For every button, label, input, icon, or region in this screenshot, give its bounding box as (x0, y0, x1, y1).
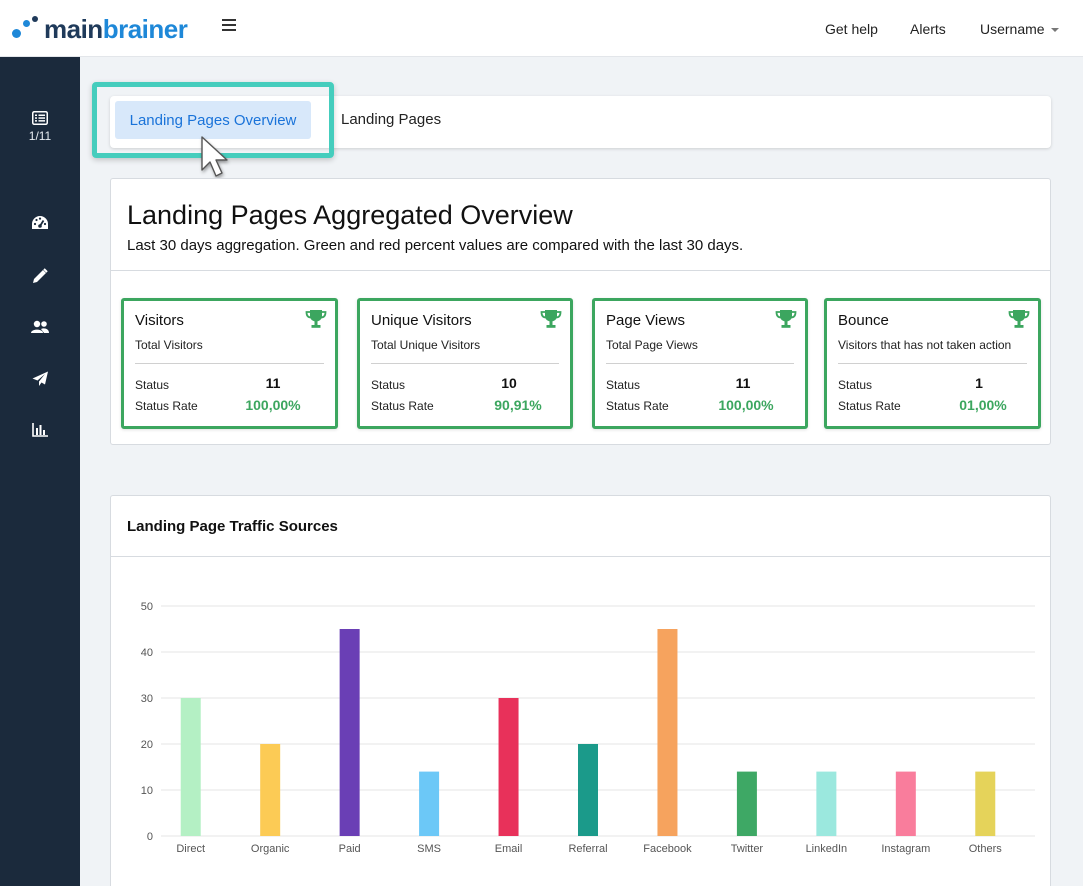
y-tick-label: 30 (141, 693, 153, 705)
trophy-icon (775, 310, 797, 328)
y-tick-label: 0 (147, 831, 153, 843)
status-rate-value: 01,00% (959, 397, 1007, 413)
get-help-link[interactable]: Get help (825, 21, 878, 37)
sidebar-counter: 1/11 (28, 129, 52, 143)
x-tick-label: Others (969, 843, 1003, 855)
overview-subtitle: Last 30 days aggregation. Green and red … (127, 237, 744, 254)
x-tick-label: Referral (568, 843, 607, 855)
status-value: 1 (975, 375, 983, 391)
stat-title: Page Views (606, 312, 685, 329)
trophy-icon (540, 310, 562, 328)
status-rate-label: Status Rate (838, 399, 901, 413)
x-tick-label: Organic (251, 843, 290, 855)
logo-text-brand: brainer (102, 13, 188, 44)
username-dropdown[interactable]: Username (980, 21, 1059, 37)
divider (371, 363, 559, 364)
paper-plane-icon (32, 371, 48, 386)
stat-subtitle: Total Unique Visitors (371, 338, 481, 352)
users-icon (31, 320, 49, 333)
x-tick-label: Facebook (643, 843, 692, 855)
bar-paid[interactable] (339, 629, 360, 836)
stat-title: Unique Visitors (371, 312, 472, 329)
divider (111, 556, 1050, 557)
bar-email[interactable] (498, 698, 519, 836)
x-tick-label: Direct (176, 843, 205, 855)
bar-organic[interactable] (260, 744, 281, 836)
trophy-icon (1008, 310, 1030, 328)
x-tick-label: SMS (417, 843, 441, 855)
bar-others[interactable] (975, 771, 996, 836)
status-label: Status (606, 378, 641, 392)
bar-linkedin[interactable] (816, 771, 837, 836)
sidebar-item-dashboard[interactable] (0, 215, 80, 231)
top-bar: mainbrainer Get help Alerts Username (0, 0, 1083, 57)
status-label: Status (135, 378, 170, 392)
stat-card-unique-visitors: Unique Visitors Total Unique Visitors St… (357, 298, 573, 429)
x-tick-label: LinkedIn (806, 843, 848, 855)
sidebar-item-users[interactable] (0, 320, 80, 334)
chevron-down-icon (1050, 28, 1059, 33)
x-tick-label: Instagram (881, 843, 930, 855)
divider (838, 363, 1027, 364)
pencil-icon (33, 268, 48, 283)
y-tick-label: 20 (141, 739, 153, 751)
status-value: 11 (265, 375, 281, 391)
y-tick-label: 50 (141, 601, 153, 613)
status-rate-label: Status Rate (135, 399, 198, 413)
logo-text-main: main (44, 13, 103, 44)
username-label: Username (980, 21, 1045, 37)
x-tick-label: Twitter (731, 843, 764, 855)
tab-landing-pages[interactable]: Landing Pages (341, 111, 441, 128)
chart-title: Landing Page Traffic Sources (127, 518, 338, 535)
stat-card-page-views: Page Views Total Page Views Status Statu… (592, 298, 808, 429)
dashboard-icon (32, 216, 48, 229)
stat-subtitle: Total Page Views (606, 338, 698, 352)
bar-instagram[interactable] (895, 771, 916, 836)
mouse-cursor-icon (201, 136, 228, 177)
alerts-link[interactable]: Alerts (910, 21, 946, 37)
hamburger-menu-icon[interactable] (222, 19, 236, 31)
sidebar-item-campaigns[interactable] (0, 371, 80, 387)
status-rate-value: 100,00% (245, 397, 301, 413)
stat-card-visitors: Visitors Total Visitors Status Status Ra… (121, 298, 338, 429)
stat-subtitle: Total Visitors (135, 338, 203, 352)
trophy-icon (305, 310, 327, 328)
stat-subtitle: Visitors that has not taken action (838, 338, 1012, 352)
status-value: 11 (735, 375, 751, 391)
divider (606, 363, 794, 364)
sidebar-item-list[interactable]: 1/11 (0, 111, 80, 143)
bar-twitter[interactable] (736, 771, 757, 836)
sidebar: 1/11 (0, 57, 80, 886)
status-label: Status (838, 378, 873, 392)
status-rate-label: Status Rate (371, 399, 434, 413)
bar-sms[interactable] (419, 771, 440, 836)
traffic-sources-chart: 0 10 20 30 40 50 Direct Organic Paid SMS Email Refe… (141, 601, 1035, 855)
status-label: Status (371, 378, 406, 392)
status-rate-value: 90,91% (494, 397, 542, 413)
mainbrainer-logo[interactable]: mainbrainer (10, 12, 188, 46)
stat-card-bounce: Bounce Visitors that has not taken actio… (824, 298, 1041, 429)
status-value: 10 (501, 375, 517, 391)
y-tick-label: 10 (141, 785, 153, 797)
overview-title: Landing Pages Aggregated Overview (127, 200, 573, 230)
list-icon (32, 111, 48, 125)
divider (135, 363, 324, 364)
status-rate-value: 100,00% (718, 397, 774, 413)
x-tick-label: Email (495, 843, 523, 855)
x-tick-label: Paid (339, 843, 361, 855)
sidebar-item-reports[interactable] (0, 423, 80, 437)
divider (111, 270, 1050, 271)
bar-referral[interactable] (578, 744, 598, 836)
sidebar-item-edit[interactable] (0, 268, 80, 284)
stat-title: Visitors (135, 312, 184, 329)
y-tick-label: 40 (141, 647, 153, 659)
logo-dots-icon (10, 12, 44, 46)
bar-direct[interactable] (180, 698, 201, 836)
bar-facebook[interactable] (657, 629, 678, 836)
status-rate-label: Status Rate (606, 399, 669, 413)
stat-title: Bounce (838, 312, 889, 329)
bar-chart-icon (32, 423, 48, 437)
